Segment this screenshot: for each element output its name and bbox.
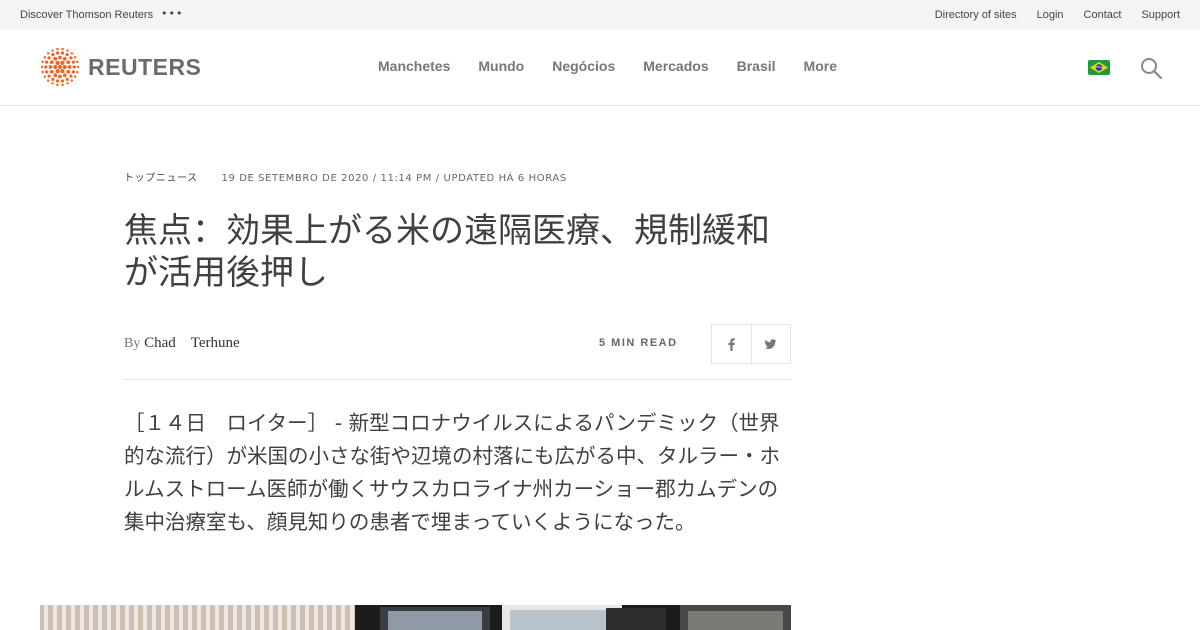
nav-item-brasil[interactable]: Brasil: [737, 58, 776, 74]
article-dateline: 19 DE SETEMBRO DE 2020 / 11:14 PM / UPDA…: [221, 173, 567, 184]
reuters-logo[interactable]: REUTERS: [40, 48, 201, 86]
author-first-name[interactable]: Chad: [144, 335, 176, 351]
utility-links: Directory of sites Login Contact Support: [915, 9, 1180, 21]
nav-item-manchetes[interactable]: Manchetes: [378, 58, 450, 74]
logo-wordmark: REUTERS: [88, 53, 202, 80]
author-last-name[interactable]: Terhune: [191, 335, 240, 351]
directory-of-sites-link[interactable]: Directory of sites: [935, 9, 1017, 21]
article-lead-paragraph: ［１４日 ロイター］ - 新型コロナウイルスによるパンデミック（世界的な流行）が…: [124, 411, 780, 534]
byline-divider: [124, 379, 791, 380]
reuters-logo-icon: [40, 48, 80, 86]
brazil-flag-icon[interactable]: [1088, 60, 1110, 75]
facebook-icon: [728, 337, 735, 351]
share-twitter-button[interactable]: [750, 325, 790, 363]
nav-item-more[interactable]: More: [804, 58, 837, 74]
nav-item-negocios[interactable]: Negócios: [552, 58, 615, 74]
article-meta: トップニュース 19 DE SETEMBRO DE 2020 / 11:14 P…: [124, 169, 567, 184]
share-facebook-button[interactable]: [712, 325, 751, 363]
contact-link[interactable]: Contact: [1084, 9, 1122, 21]
utility-bar: Discover Thomson Reuters ••• Directory o…: [0, 0, 1200, 30]
twitter-icon: [765, 338, 777, 349]
article-title: 焦点：効果上がる米の遠隔医療、規制緩和が活用後押し: [124, 211, 770, 293]
nav-item-mundo[interactable]: Mundo: [478, 58, 524, 74]
read-time: 5 MIN READ: [599, 337, 678, 349]
more-dots-icon[interactable]: •••: [161, 8, 183, 20]
login-link[interactable]: Login: [1037, 9, 1064, 21]
search-icon[interactable]: [1139, 56, 1163, 80]
article-photo[interactable]: [40, 605, 791, 630]
byline-prefix: By: [124, 336, 141, 351]
support-link[interactable]: Support: [1141, 9, 1180, 21]
main-nav: Manchetes Mundo Negócios Mercados Brasil…: [378, 58, 865, 74]
share-buttons: [711, 324, 791, 364]
site-header: REUTERS Manchetes Mundo Negócios Mercado…: [0, 30, 1200, 106]
nav-item-mercados[interactable]: Mercados: [643, 58, 708, 74]
discover-thomson-reuters-link[interactable]: Discover Thomson Reuters: [20, 9, 153, 21]
logo-dots: [40, 48, 80, 86]
section-link[interactable]: トップニュース: [124, 173, 198, 184]
byline: By Chad Terhune: [124, 335, 240, 352]
